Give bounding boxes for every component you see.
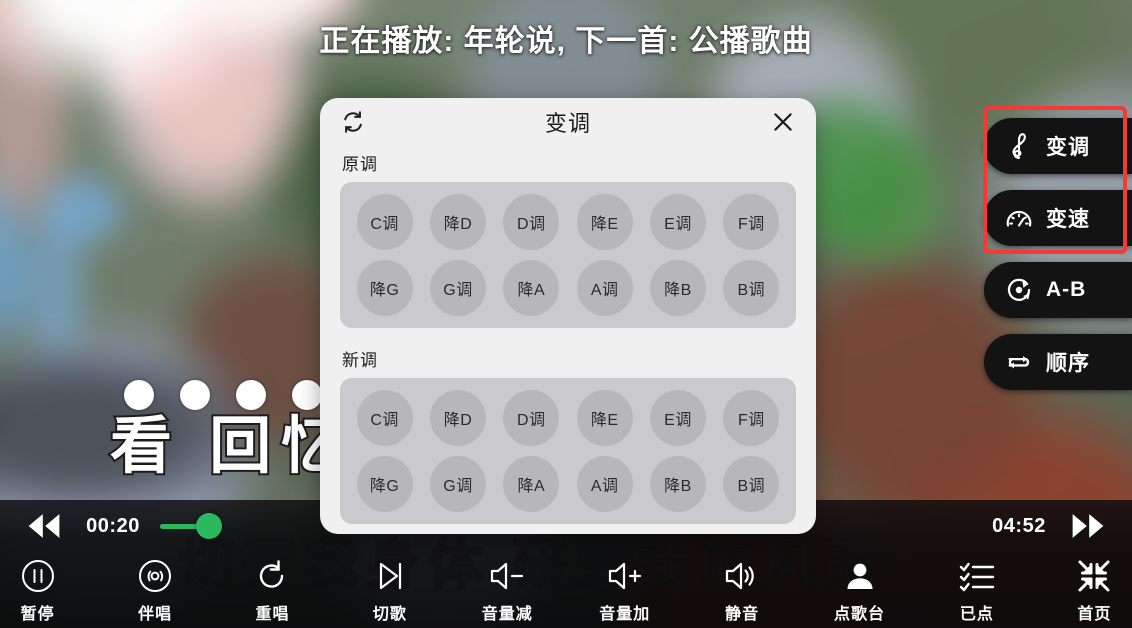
control-toolbar: 暂停 伴唱 重唱 切歌 音量减 音量加 静音 点歌台 已点 首页 xyxy=(0,552,1132,624)
toolbar-item-volume-down[interactable]: 音量减 xyxy=(470,556,545,624)
lyric-dot xyxy=(236,380,266,410)
toolbar-item-label: 伴唱 xyxy=(138,606,173,623)
side-menu-item-label: A-B xyxy=(1046,278,1087,301)
key-button[interactable]: G调 xyxy=(429,260,486,316)
toolbar-item-mute[interactable]: 静音 xyxy=(704,556,779,624)
speedometer-icon xyxy=(1004,203,1034,233)
key-button[interactable]: D调 xyxy=(503,390,560,446)
new-key-grid: C调 降D D调 降E E调 F调 降G G调 降A A调 降B B调 xyxy=(340,378,796,524)
side-menu-item-label: 变调 xyxy=(1046,136,1090,159)
side-menu-item-play-order[interactable]: 顺序 xyxy=(984,334,1132,390)
toolbar-item-song-station[interactable]: 点歌台 xyxy=(822,556,897,624)
key-button[interactable]: 降E xyxy=(576,390,633,446)
lyric-dot xyxy=(180,380,210,410)
original-key-grid: C调 降D D调 降E E调 F调 降G G调 降A A调 降B B调 xyxy=(340,182,796,328)
toolbar-item-label: 音量减 xyxy=(481,606,533,623)
key-button[interactable]: C调 xyxy=(356,390,413,446)
volume-down-icon xyxy=(487,556,527,596)
toolbar-item-label: 静音 xyxy=(725,606,760,623)
toolbar-item-label: 点歌台 xyxy=(834,606,886,623)
toolbar-item-label: 切歌 xyxy=(372,606,407,623)
current-time: 00:20 xyxy=(86,514,140,537)
toolbar-item-label: 首页 xyxy=(1077,606,1112,623)
side-menu-item-ab-loop[interactable]: A-B xyxy=(984,262,1132,318)
volume-up-icon xyxy=(605,556,645,596)
lyric-countdown-dots xyxy=(124,380,353,410)
mute-icon xyxy=(722,556,762,596)
dialog-header: 变调 xyxy=(320,98,816,146)
side-menu: 变调 变速 A-B 顺序 xyxy=(984,118,1132,390)
key-button[interactable]: E调 xyxy=(649,390,706,446)
key-button[interactable]: 降B xyxy=(649,260,706,316)
key-button[interactable]: 降D xyxy=(429,390,486,446)
fast-forward-icon[interactable] xyxy=(1066,513,1110,539)
close-icon[interactable] xyxy=(766,105,800,139)
pause-icon xyxy=(20,556,56,596)
key-button[interactable]: G调 xyxy=(429,456,486,512)
disc-icon xyxy=(137,556,173,596)
key-button[interactable]: 降G xyxy=(356,260,413,316)
section-label-new-key: 新调 xyxy=(342,351,378,370)
lyrics-overlay: 看 回忆 xyxy=(108,380,354,481)
new-key-section: 新调 C调 降D D调 降E E调 F调 降G G调 降A A调 降B B调 xyxy=(320,342,816,524)
key-button[interactable]: 降G xyxy=(356,456,413,512)
key-button[interactable]: C调 xyxy=(356,194,413,250)
lyric-line-active: 看 回忆 xyxy=(108,412,354,481)
seek-handle[interactable] xyxy=(195,513,222,539)
dialog-title: 变调 xyxy=(544,111,591,136)
key-button[interactable]: 降A xyxy=(503,260,560,316)
pitch-change-dialog: 变调 原调 C调 降D D调 降E E调 F调 降G G调 降A A调 降B B… xyxy=(320,98,816,534)
key-button[interactable]: B调 xyxy=(723,456,780,512)
toolbar-item-label: 音量加 xyxy=(599,606,651,623)
side-menu-item-speed[interactable]: 变速 xyxy=(984,190,1132,246)
refresh-icon[interactable] xyxy=(336,105,370,139)
toolbar-item-home[interactable]: 首页 xyxy=(1057,556,1132,624)
treble-clef-icon xyxy=(1004,131,1034,161)
toolbar-item-label: 已点 xyxy=(959,606,994,623)
key-button[interactable]: 降A xyxy=(503,456,560,512)
toolbar-item-restart-song[interactable]: 重唱 xyxy=(235,556,310,624)
rewind-icon[interactable] xyxy=(22,513,66,539)
restart-icon xyxy=(254,556,290,596)
checklist-icon xyxy=(957,556,997,596)
key-button[interactable]: B调 xyxy=(723,260,780,316)
home-collapse-icon xyxy=(1076,556,1112,596)
toolbar-item-pause[interactable]: 暂停 xyxy=(0,556,75,624)
key-button[interactable]: A调 xyxy=(576,260,633,316)
toolbar-item-label: 重唱 xyxy=(255,606,290,623)
side-menu-item-pitch[interactable]: 变调 xyxy=(984,118,1132,174)
key-button[interactable]: A调 xyxy=(576,456,633,512)
lyric-dot xyxy=(124,380,154,410)
key-button[interactable]: E调 xyxy=(649,194,706,250)
toolbar-item-volume-up[interactable]: 音量加 xyxy=(587,556,662,624)
toolbar-item-label: 暂停 xyxy=(20,606,55,623)
lyric-dot xyxy=(292,380,322,410)
toolbar-item-selected-songs[interactable]: 已点 xyxy=(939,556,1014,624)
person-icon xyxy=(842,556,878,596)
key-button[interactable]: 降D xyxy=(429,194,486,250)
repeat-icon xyxy=(1004,347,1034,377)
original-key-section: 原调 C调 降D D调 降E E调 F调 降G G调 降A A调 降B B调 xyxy=(320,146,816,328)
now-playing-banner: 正在播放: 年轮说, 下一首: 公播歌曲 xyxy=(319,25,813,58)
toolbar-item-next-song[interactable]: 切歌 xyxy=(352,556,427,624)
side-menu-item-label: 顺序 xyxy=(1046,352,1090,375)
toolbar-item-accompaniment[interactable]: 伴唱 xyxy=(117,556,192,624)
section-label-original-key: 原调 xyxy=(342,155,378,174)
key-button[interactable]: 降E xyxy=(576,194,633,250)
next-track-icon xyxy=(372,556,408,596)
total-time: 04:52 xyxy=(992,514,1046,537)
key-button[interactable]: D调 xyxy=(503,194,560,250)
key-button[interactable]: F调 xyxy=(723,194,780,250)
key-button[interactable]: F调 xyxy=(723,390,780,446)
key-button[interactable]: 降B xyxy=(649,456,706,512)
ab-loop-icon xyxy=(1004,275,1034,305)
side-menu-item-label: 变速 xyxy=(1046,208,1090,231)
